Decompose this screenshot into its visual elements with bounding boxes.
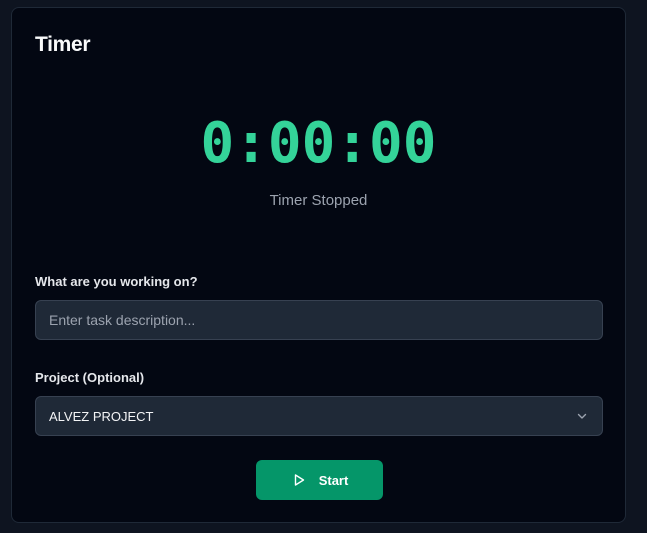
play-icon bbox=[291, 472, 307, 488]
project-label: Project (Optional) bbox=[35, 370, 145, 385]
chevron-down-icon bbox=[575, 409, 589, 423]
timer-status: Timer Stopped bbox=[269, 192, 368, 209]
start-button-label: Start bbox=[318, 472, 349, 488]
task-description-input[interactable] bbox=[35, 300, 603, 340]
task-label: What are you working on? bbox=[35, 274, 198, 289]
timer-card: Timer 0:00:00 Timer Stopped What are you… bbox=[11, 7, 626, 523]
start-button[interactable]: Start bbox=[256, 460, 383, 500]
project-selected-value: ALVEZ PROJECT bbox=[49, 408, 154, 424]
timer-display: 0:00:00 bbox=[200, 111, 437, 176]
card-title: Timer bbox=[35, 33, 91, 56]
project-select[interactable]: ALVEZ PROJECT bbox=[35, 396, 603, 436]
